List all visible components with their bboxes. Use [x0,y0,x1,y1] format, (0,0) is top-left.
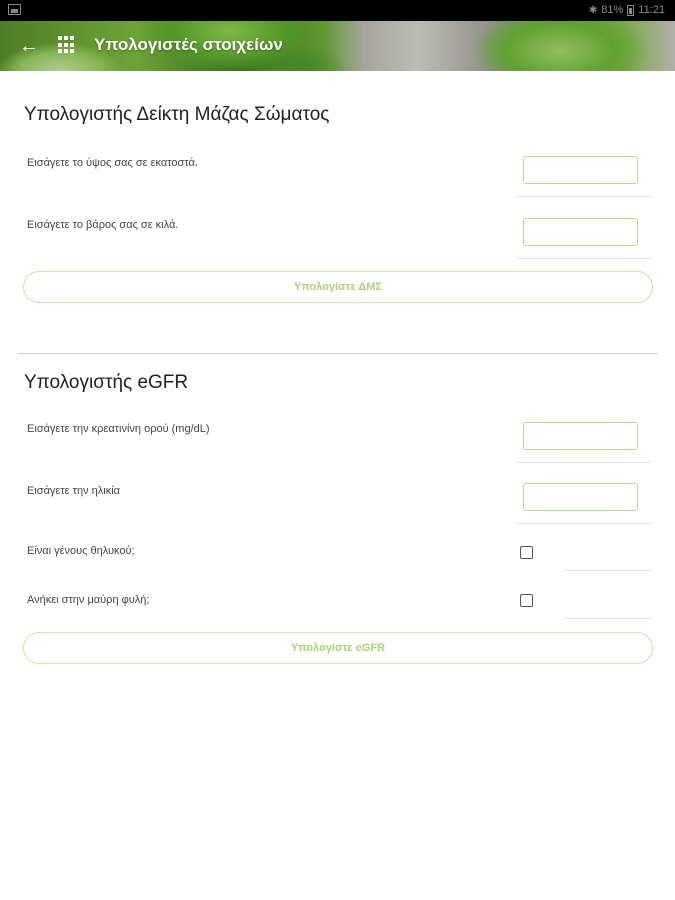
black-race-row-underline [565,618,652,619]
app-bar: ← Υπολογιστές στοιχείων [0,21,675,71]
battery-icon [627,4,635,16]
age-input-underline [517,523,652,524]
bluetooth-icon: ✱ [588,4,598,16]
egfr-section-title: Υπολογιστής eGFR [24,372,189,393]
height-label: Εισάγετε το ύψος σας σε εκατοστά. [27,157,198,169]
battery-percent: 81% [601,4,624,16]
female-checkbox[interactable] [520,546,533,559]
calculate-egfr-button[interactable]: Υπολογίστε eGFR [23,632,653,664]
bmi-section-title: Υπολογιστής Δείκτη Μάζας Σώματος [24,104,330,125]
back-arrow-icon[interactable]: ← [16,33,42,59]
black-race-checkbox[interactable] [520,594,533,607]
app-bar-title: Υπολογιστές στοιχείων [94,35,283,54]
female-label: Είναι γένους θηλυκού; [27,545,135,557]
status-bar: ✱ 81% 11:21 [0,0,675,21]
weight-input[interactable] [523,218,638,246]
creatinine-input-underline [517,462,652,463]
creatinine-input[interactable] [523,422,638,450]
female-row-underline [565,570,652,571]
status-bar-right: ✱ 81% 11:21 [589,4,665,16]
height-input-underline [517,196,652,197]
black-race-label: Ανήκει στην μαύρη φυλή; [27,594,150,606]
app-grid-icon[interactable] [58,36,76,54]
creatinine-label: Εισάγετε την κρεατινίνη ορού (mg/dL) [27,423,210,435]
age-input[interactable] [523,483,638,511]
age-label: Εισάγετε την ηλικία [27,485,121,497]
height-input[interactable] [523,156,638,184]
calculate-bmi-button[interactable]: Υπολογίστε ΔΜΣ [23,271,653,303]
clock: 11:21 [638,4,665,16]
gallery-notification-icon [8,4,21,15]
weight-input-underline [517,258,652,259]
weight-label: Εισάγετε το βάρος σας σε κιλά. [27,219,179,231]
section-divider [18,353,658,354]
